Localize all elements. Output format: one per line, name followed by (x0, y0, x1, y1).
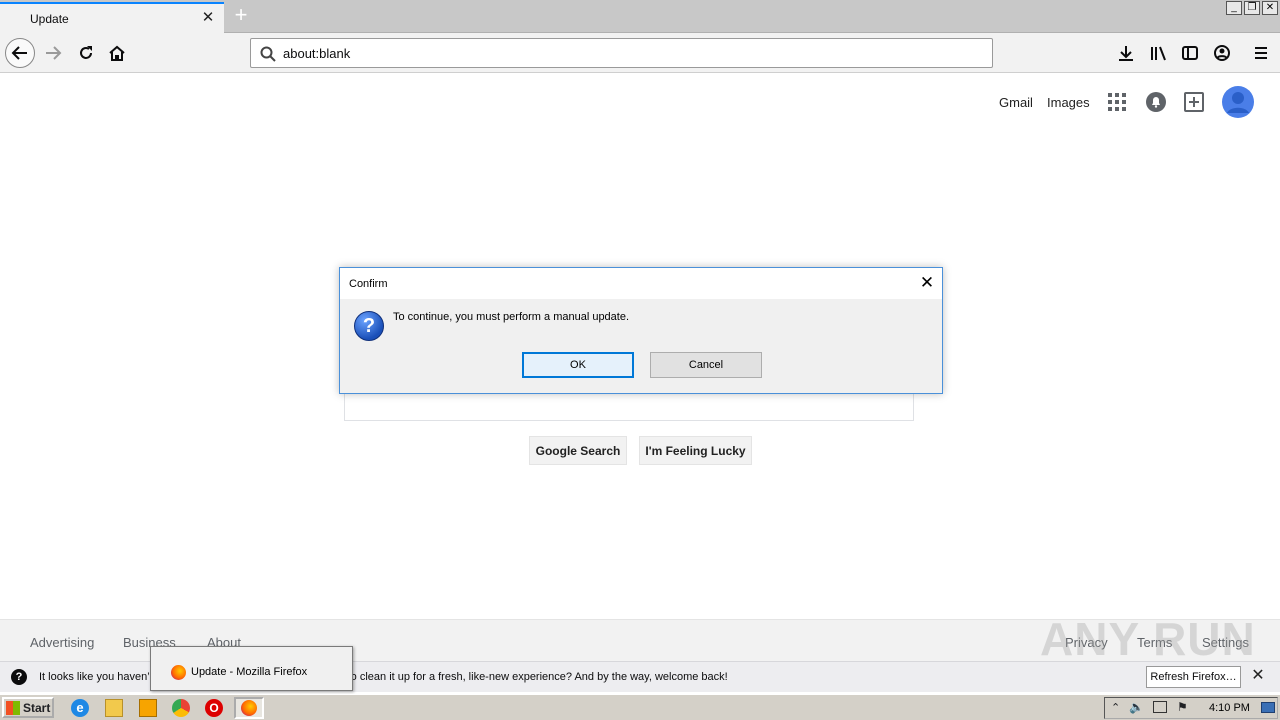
opera-icon[interactable]: O (205, 699, 223, 717)
tab-update[interactable]: Update ✕ (0, 2, 224, 33)
clock: 4:10 PM (1209, 702, 1250, 714)
window-controls: _ ❐ ✕ (1226, 1, 1278, 15)
network-icon[interactable] (1153, 701, 1167, 713)
home-icon[interactable] (103, 39, 131, 67)
volume-icon[interactable]: 🔈 (1129, 700, 1144, 714)
chrome-icon[interactable] (172, 699, 190, 717)
start-button[interactable]: Start (2, 697, 54, 718)
windows-logo-icon (6, 700, 20, 715)
add-shortcut-icon[interactable] (1183, 91, 1205, 113)
url-text: about:blank (283, 46, 351, 61)
reload-icon[interactable] (72, 39, 100, 67)
action-center-flag-icon[interactable]: ⚑ (1177, 700, 1188, 714)
notifications-bell-icon[interactable] (1145, 91, 1167, 113)
sidebar-icon[interactable] (1176, 39, 1204, 67)
images-link[interactable]: Images (1047, 95, 1090, 110)
media-player-icon[interactable] (139, 699, 157, 717)
watermark: ANY RUN (1040, 613, 1256, 665)
ok-button[interactable]: OK (522, 352, 634, 378)
library-icon[interactable] (1144, 39, 1172, 67)
navigation-toolbar: about:blank (0, 33, 1280, 73)
back-icon[interactable] (5, 38, 35, 68)
address-bar[interactable]: about:blank (250, 38, 993, 68)
file-explorer-icon[interactable] (105, 699, 123, 717)
taskbar: Start e O ⌃ 🔈 ⚑ 4:10 PM (0, 694, 1280, 720)
cancel-button[interactable]: Cancel (650, 352, 762, 378)
advertising-link[interactable]: Advertising (30, 635, 94, 650)
question-icon: ? (11, 669, 27, 685)
feeling-lucky-button[interactable]: I'm Feeling Lucky (639, 436, 752, 465)
taskbar-firefox-button[interactable] (234, 697, 264, 719)
start-label: Start (23, 700, 51, 715)
tray-expand-icon[interactable]: ⌃ (1111, 701, 1120, 714)
new-tab-icon[interactable]: + (230, 4, 252, 26)
close-tab-icon[interactable]: ✕ (200, 10, 216, 26)
close-window-icon[interactable]: ✕ (1262, 1, 1278, 15)
close-notification-icon[interactable]: ✕ (1250, 668, 1266, 684)
dialog-title: Confirm (349, 278, 388, 290)
notification-text: It looks like you haven’ o clean it up fo… (39, 671, 728, 683)
search-icon (260, 46, 276, 62)
google-header: Gmail Images (0, 85, 1280, 125)
question-icon: ? (354, 311, 384, 341)
account-icon[interactable] (1208, 39, 1236, 67)
firefox-icon (241, 700, 257, 716)
gmail-link[interactable]: Gmail (999, 95, 1033, 110)
google-search-button[interactable]: Google Search (529, 436, 627, 465)
show-desktop-icon[interactable] (1261, 702, 1275, 713)
internet-explorer-icon[interactable]: e (71, 699, 89, 717)
download-icon[interactable] (1112, 39, 1140, 67)
close-dialog-icon[interactable]: ✕ (918, 274, 936, 292)
confirm-dialog: Confirm ✕ ? To continue, you must perfor… (339, 267, 943, 394)
taskbar-window-popup[interactable]: Update - Mozilla Firefox (150, 646, 353, 691)
popup-window-title: Update - Mozilla Firefox (191, 666, 308, 678)
firefox-icon (171, 665, 186, 680)
dialog-message: To continue, you must perform a manual u… (393, 311, 630, 323)
tab-strip: Update ✕ + _ ❐ ✕ (0, 0, 1280, 33)
search-input[interactable] (344, 393, 914, 421)
refresh-firefox-button[interactable]: Refresh Firefox… (1146, 666, 1241, 688)
apps-grid-icon[interactable] (1108, 93, 1126, 111)
menu-icon[interactable] (1247, 39, 1275, 67)
avatar[interactable] (1221, 85, 1255, 119)
minimize-icon[interactable]: _ (1226, 1, 1242, 15)
forward-icon[interactable] (39, 39, 67, 67)
restore-icon[interactable]: ❐ (1244, 1, 1260, 15)
system-tray: ⌃ 🔈 ⚑ 4:10 PM (1104, 697, 1278, 719)
tab-title: Update (30, 12, 69, 26)
dialog-titlebar: Confirm ✕ (340, 268, 942, 299)
